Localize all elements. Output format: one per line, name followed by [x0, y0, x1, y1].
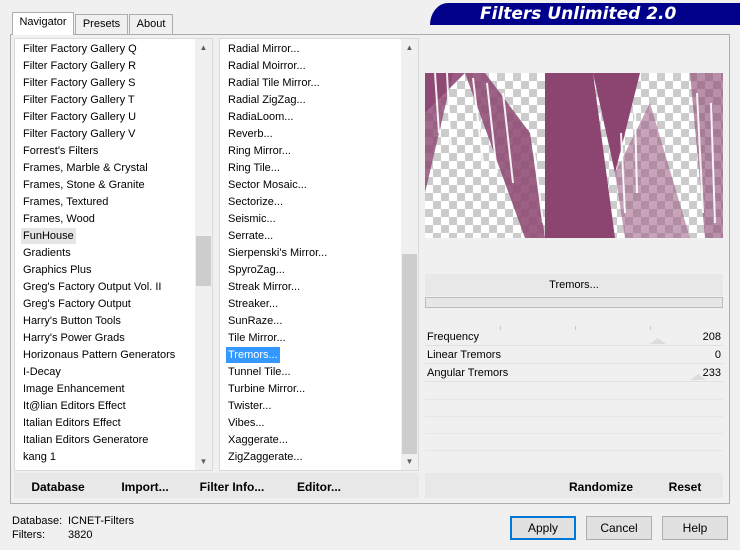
divider — [425, 416, 723, 417]
category-list-item[interactable]: Filter Factory Gallery V — [21, 126, 137, 142]
category-list-item[interactable]: Filter Factory Gallery Q — [21, 41, 139, 57]
filter-list-item[interactable]: RadiaLoom... — [226, 109, 295, 125]
category-list[interactable]: Filter Factory Gallery Q Filter Factory G… — [14, 38, 213, 471]
param-frequency[interactable]: Frequency 208 — [425, 328, 723, 346]
category-list-item[interactable]: Frames, Textured — [21, 194, 110, 210]
scroll-up-icon[interactable]: ▲ — [195, 39, 212, 56]
scroll-down-icon[interactable]: ▼ — [195, 453, 212, 470]
reset-button[interactable]: Reset — [662, 478, 708, 496]
filters-status-value: 3820 — [68, 529, 93, 541]
progress-bar — [425, 297, 723, 308]
divider — [425, 433, 723, 434]
scroll-down-icon[interactable]: ▼ — [401, 453, 418, 470]
filter-list-item[interactable]: Serrate... — [226, 228, 275, 244]
category-list-item[interactable]: It@lian Editors Effect — [21, 398, 128, 414]
filter-list-item[interactable]: Seismic... — [226, 211, 278, 227]
divider — [425, 399, 723, 400]
category-list-item[interactable]: Italian Editors Effect — [21, 415, 123, 431]
tab-navigator[interactable]: Navigator — [12, 12, 74, 35]
slider-indicator-icon — [650, 338, 666, 344]
filter-list-item[interactable]: Radial Moirror... — [226, 58, 308, 74]
category-list-item[interactable]: Image Enhancement — [21, 381, 127, 397]
tab-about[interactable]: About — [129, 14, 173, 34]
param-label: Angular Tremors — [427, 367, 509, 379]
app-title: Filters Unlimited 2.0 — [480, 4, 677, 24]
category-list-item[interactable]: Greg's Factory Output Vol. II — [21, 279, 163, 295]
filter-list-item[interactable]: Xaggerate... — [226, 432, 290, 448]
database-status-value: ICNET-Filters — [68, 515, 134, 527]
tab-presets[interactable]: Presets — [75, 14, 128, 34]
help-button[interactable]: Help — [662, 516, 728, 540]
preview-image — [425, 73, 723, 238]
category-scrollbar[interactable]: ▲ ▼ — [195, 39, 212, 470]
category-list-item[interactable]: Graphics Plus — [21, 262, 93, 278]
filter-list-item[interactable]: Radial Mirror... — [226, 41, 302, 57]
cancel-button[interactable]: Cancel — [586, 516, 652, 540]
filters-status-label: Filters: — [12, 529, 45, 541]
filter-list-item[interactable]: Vibes... — [226, 415, 267, 431]
category-list-item[interactable]: Forrest's Filters — [21, 143, 100, 159]
category-list-item[interactable]: Frames, Stone & Granite — [21, 177, 147, 193]
category-list-item[interactable]: Frames, Marble & Crystal — [21, 160, 150, 176]
category-list-item[interactable]: Filter Factory Gallery T — [21, 92, 137, 108]
filter-list-item[interactable]: Radial Tile Mirror... — [226, 75, 322, 91]
category-list-item[interactable]: Gradients — [21, 245, 73, 261]
param-value: 208 — [702, 331, 721, 343]
category-scroll-thumb[interactable] — [196, 236, 211, 286]
filter-list[interactable]: Radial Mirror... Radial Moirror... Radial … — [219, 38, 419, 471]
category-list-item[interactable]: FunHouse — [21, 228, 76, 244]
filter-list-item[interactable]: Ring Mirror... — [226, 143, 293, 159]
filter-list-item[interactable]: ZigZaggerate... — [226, 449, 305, 465]
database-button[interactable]: Database — [26, 478, 90, 496]
filter-list-item[interactable]: Tunnel Tile... — [226, 364, 293, 380]
category-list-item[interactable]: Filter Factory Gallery S — [21, 75, 137, 91]
filter-scroll-thumb[interactable] — [402, 254, 417, 454]
param-label: Linear Tremors — [427, 349, 501, 361]
category-list-item[interactable]: Harry's Power Grads — [21, 330, 127, 346]
randomize-button[interactable]: Randomize — [564, 478, 638, 496]
param-label: Frequency — [427, 331, 479, 343]
editor-button[interactable]: Editor... — [293, 478, 345, 496]
filter-list-item[interactable]: SunRaze... — [226, 313, 284, 329]
filter-list-item[interactable]: Ring Tile... — [226, 160, 282, 176]
category-list-item[interactable]: Frames, Wood — [21, 211, 97, 227]
param-angular-tremors[interactable]: Angular Tremors 233 — [425, 364, 723, 382]
scroll-up-icon[interactable]: ▲ — [401, 39, 418, 56]
divider — [425, 450, 723, 451]
filter-list-item[interactable]: Streaker... — [226, 296, 280, 312]
category-list-item[interactable]: kang 1 — [21, 449, 58, 465]
tick-mark — [500, 326, 501, 330]
filter-list-item[interactable]: Tremors... — [226, 347, 280, 363]
category-list-item[interactable]: Harry's Button Tools — [21, 313, 123, 329]
category-list-item[interactable]: Filter Factory Gallery R — [21, 58, 138, 74]
database-status-label: Database: — [12, 515, 63, 527]
filter-list-item[interactable]: Radial ZigZag... — [226, 92, 308, 108]
category-list-item[interactable]: Italian Editors Generatore — [21, 432, 150, 448]
filter-list-item[interactable]: Streak Mirror... — [226, 279, 302, 295]
param-linear-tremors[interactable]: Linear Tremors 0 — [425, 346, 723, 364]
divider — [425, 381, 723, 382]
apply-button[interactable]: Apply — [510, 516, 576, 540]
filter-list-item[interactable]: Tile Mirror... — [226, 330, 288, 346]
import-button[interactable]: Import... — [117, 478, 173, 496]
filter-list-item[interactable]: Sector Mosaic... — [226, 177, 309, 193]
filter-name-label: Tremors... — [425, 274, 723, 296]
param-value: 0 — [714, 349, 721, 361]
filter-list-item[interactable]: Sierpenski's Mirror... — [226, 245, 329, 261]
filter-list-item[interactable]: Reverb... — [226, 126, 275, 142]
category-list-item[interactable]: I-Decay — [21, 364, 63, 380]
category-list-item[interactable]: Horizonaus Pattern Generators — [21, 347, 177, 363]
category-list-item[interactable]: Greg's Factory Output — [21, 296, 133, 312]
slider-indicator-icon — [690, 374, 706, 380]
filter-list-item[interactable]: SpyroZag... — [226, 262, 287, 278]
category-list-item[interactable]: Filter Factory Gallery U — [21, 109, 138, 125]
filter-info-button[interactable]: Filter Info... — [196, 478, 268, 496]
filter-list-item[interactable]: Twister... — [226, 398, 273, 414]
preview-artwork — [425, 73, 723, 238]
filter-scrollbar[interactable]: ▲ ▼ — [401, 39, 418, 470]
filter-list-item[interactable]: Turbine Mirror... — [226, 381, 307, 397]
tick-mark — [650, 326, 651, 330]
tick-mark — [575, 326, 576, 330]
filter-list-item[interactable]: Sectorize... — [226, 194, 285, 210]
